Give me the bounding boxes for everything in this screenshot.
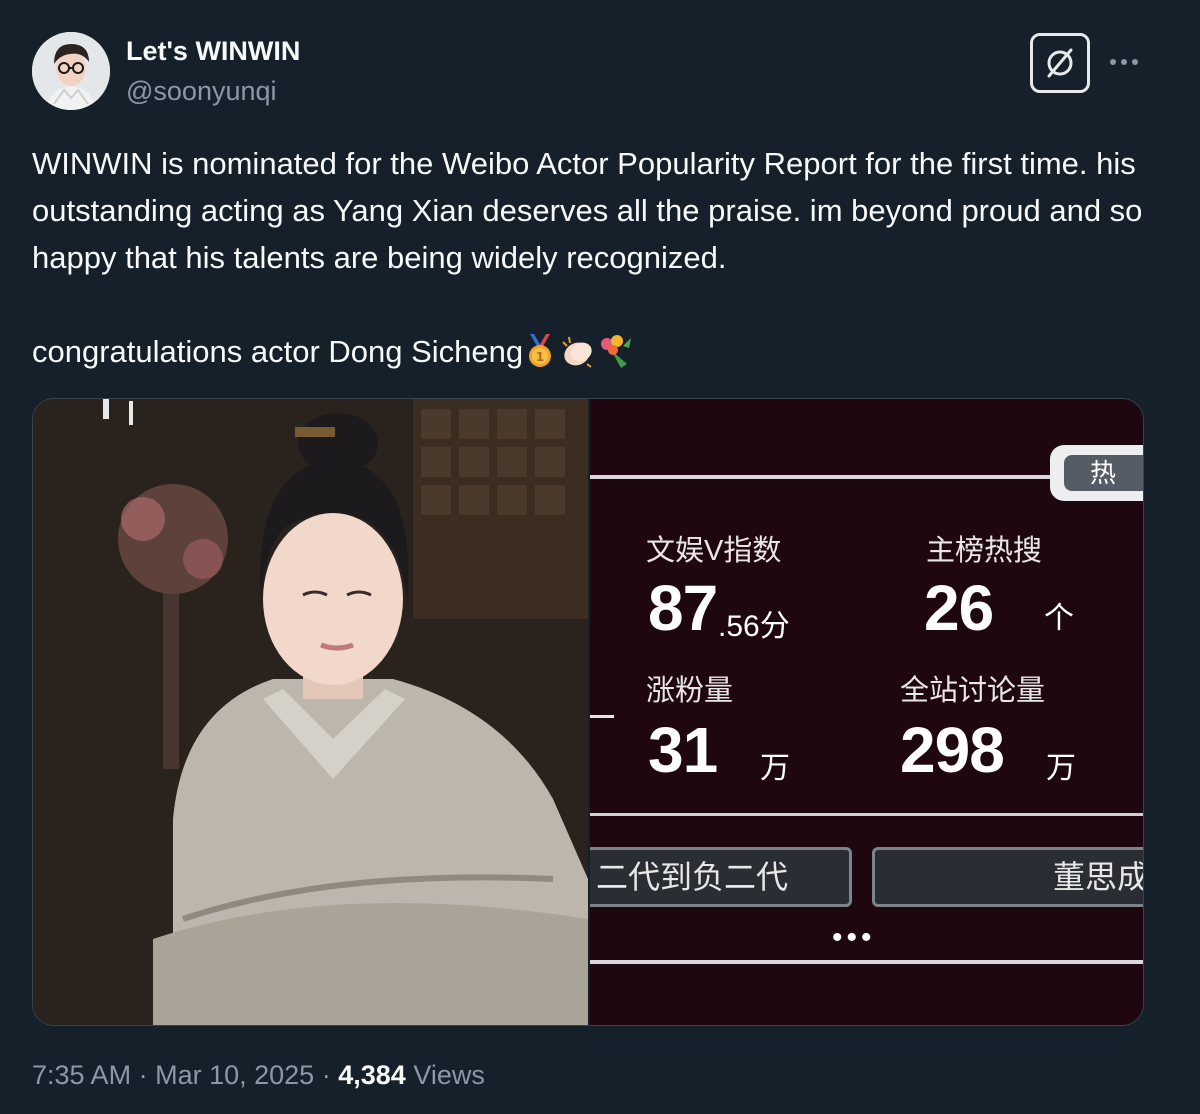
actor-photo[interactable] [33,399,588,1025]
views-count[interactable]: 4,384 [338,1060,406,1090]
tweet-time[interactable]: 7:35 AM [32,1060,131,1090]
stat-unit: 万 [760,752,790,785]
tweet-meta: 7:35 AM · Mar 10, 2025 · 4,384 Views [32,1060,485,1091]
meta-separator: · [321,1060,331,1090]
grok-icon [1047,48,1073,78]
svg-text:1: 1 [536,350,544,364]
stat-value: 298 [900,714,1005,786]
popularity-stats-card[interactable]: 热 文娱V指数 87 .56分 主榜热搜 26 个 涨粉量 31 万 全站讨论量… [590,399,1143,1025]
card-mid-rule [590,813,1143,816]
medal-icon: 1 [525,334,555,381]
pill-left: 二代到负二代 [590,847,852,907]
grok-button[interactable] [1030,33,1090,93]
bouquet-icon [597,334,633,381]
card-top-rule [590,475,1060,479]
tweet-date[interactable]: Mar 10, 2025 [155,1060,314,1090]
pill-right: 董思成 [872,847,1143,907]
stat-value: 31 [648,714,718,786]
author-display-name[interactable]: Let's WINWIN [126,36,300,67]
stat-unit: 个 [1044,602,1074,635]
stat-unit: 万 [1046,752,1076,785]
views-label[interactable]: Views [413,1060,485,1090]
tweet-paragraph-text: congratulations actor Dong Sicheng [32,334,524,369]
more-dots-icon [1110,59,1138,65]
stat-fraction: .56分 [718,610,790,643]
tweet-text: WINWIN is nominated for the Weibo Actor … [32,140,1172,381]
card-dash [590,715,614,718]
more-dots: ••• [832,921,876,954]
hot-tab-label: 热 [1064,455,1143,491]
avatar-photo [32,32,110,110]
stat-label: 涨粉量 [646,675,734,707]
meta-separator: · [138,1060,148,1090]
tweet-paragraph: WINWIN is nominated for the Weibo Actor … [32,146,1143,275]
stat-value: 26 [924,572,994,644]
clapping-hands-icon [557,334,595,381]
tweet-paragraph: congratulations actor Dong Sicheng 1 [32,328,1172,381]
avatar[interactable] [32,32,110,110]
stat-label: 主榜热搜 [926,535,1043,567]
tweet-media[interactable]: 热 文娱V指数 87 .56分 主榜热搜 26 个 涨粉量 31 万 全站讨论量… [32,398,1144,1026]
more-options-button[interactable] [1106,48,1142,76]
author-handle[interactable]: @soonyunqi [126,76,277,107]
stat-label: 全站讨论量 [900,675,1046,707]
stat-value: 87 [648,572,718,644]
card-bottom-rule [590,960,1143,964]
stat-label: 文娱V指数 [646,535,782,567]
